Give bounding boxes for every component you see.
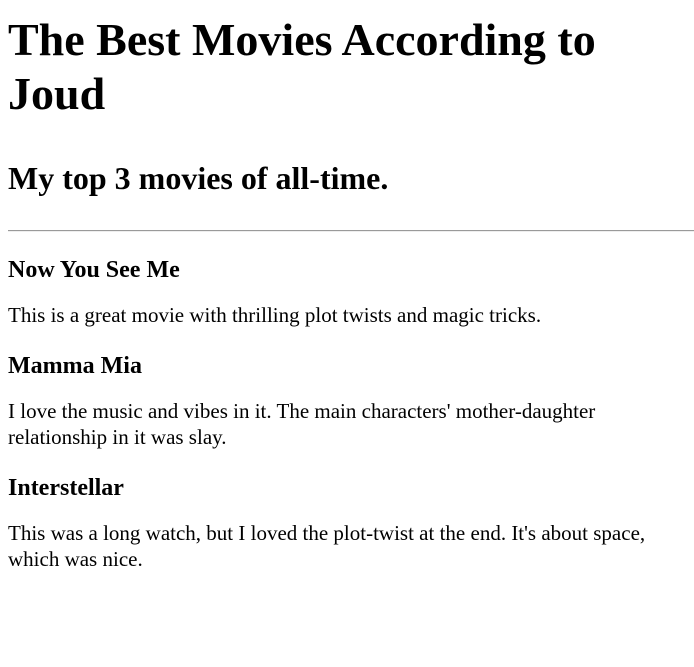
- movie-description: This is a great movie with thrilling plo…: [8, 303, 542, 327]
- movie-description: I love the music and vibes in it. The ma…: [8, 399, 596, 449]
- divider: [8, 230, 694, 232]
- movie-title: Mamma Mia: [8, 353, 142, 379]
- movie-title: Interstellar: [8, 475, 124, 501]
- page: The Best Movies According to Joud My top…: [0, 13, 694, 572]
- movie-title: Now You See Me: [8, 257, 180, 283]
- movie-item-mamma-mia: Mamma Mia I love the music and vibes in …: [8, 352, 694, 450]
- page-subtitle: My top 3 movies of all-time.: [8, 160, 389, 196]
- movie-item-interstellar: Interstellar This was a long watch, but …: [8, 474, 694, 572]
- page-title: The Best Movies According to Joud: [8, 14, 596, 119]
- movie-item-now-you-see-me: Now You See Me This is a great movie wit…: [8, 256, 694, 328]
- movie-description: This was a long watch, but I loved the p…: [8, 521, 646, 571]
